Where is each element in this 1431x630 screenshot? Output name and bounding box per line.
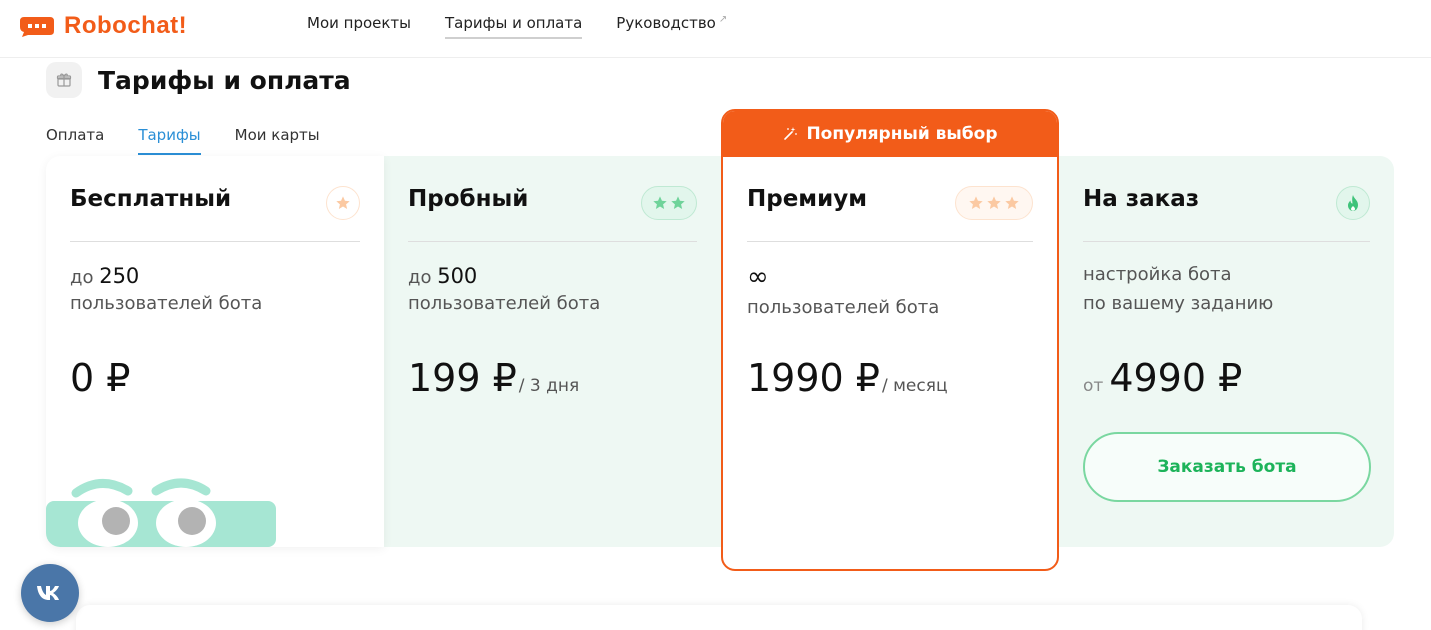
star-icon [336,196,350,209]
top-header: Robochat! Мои проекты Тарифы и оплата Ру… [0,0,1431,58]
users-limit: ∞ [747,262,769,292]
users-prefix: до [408,267,432,288]
popular-choice-banner: Популярный выбор [723,111,1057,157]
nav-item-projects[interactable]: Мои проекты [307,14,411,39]
vk-icon [37,586,59,600]
custom-description-line1: настройка бота [1083,264,1232,285]
star-icon [987,196,1001,209]
nav-item-guide[interactable]: Руководство ↗ [616,14,727,39]
logo[interactable]: Robochat! [18,12,187,40]
users-value: 500 [437,264,478,288]
main-nav: Мои проекты Тарифы и оплата Руководство ↗ [307,14,727,39]
plan-card-premium[interactable]: Популярный выбор Премиум ∞ пользователей… [721,109,1059,571]
plan-name: Бесплатный [70,186,232,212]
stars-badge [326,186,360,220]
divider [747,241,1033,242]
stars-badge [955,186,1033,220]
price-value: 0 ₽ [70,356,131,400]
plan-card-free[interactable]: Бесплатный до 250 пользователей бота 0 ₽ [46,156,384,547]
price-period: / 3 дня [518,376,580,396]
plan-price: от 4990 ₽ [1083,356,1242,400]
plan-card-custom[interactable]: На заказ настройка бота по вашему задани… [1059,156,1394,547]
page-title-row: Тарифы и оплата [46,62,351,98]
order-bot-button[interactable]: Заказать бота [1083,432,1371,502]
users-value: ∞ [747,262,769,292]
plan-name: Премиум [747,186,868,212]
price-prefix: от [1083,376,1104,396]
plan-name: Пробный [408,186,529,212]
price-value: 4990 ₽ [1109,356,1243,400]
gift-icon [46,62,82,98]
plan-price: 0 ₽ [70,356,130,400]
star-icon [969,196,983,209]
custom-description-line2: по вашему заданию [1083,293,1274,314]
divider [1083,241,1370,242]
tab-my-cards[interactable]: Мои карты [235,126,320,155]
tabs: Оплата Тарифы Мои карты [46,126,320,155]
users-prefix: до [70,267,94,288]
divider [408,241,697,242]
plan-price: 1990 ₽ / месяц [747,356,948,400]
price-value: 199 ₽ [408,356,517,400]
divider [70,241,360,242]
plan-price: 199 ₽/ 3 дня [408,356,579,400]
external-link-icon: ↗ [718,14,728,25]
users-text: пользователей бота [70,293,263,314]
users-text: пользователей бота [408,293,601,314]
price-value: 1990 ₽ [747,356,880,400]
users-limit: до 500 [408,264,477,288]
plan-card-trial[interactable]: Пробный до 500 пользователей бота 199 ₽ /… [384,156,721,547]
flame-icon [1348,195,1358,211]
nav-item-tariffs[interactable]: Тарифы и оплата [445,14,583,39]
vk-button[interactable] [21,564,79,622]
popular-choice-label: Популярный выбор [806,124,998,144]
users-limit: до 250 [70,264,139,288]
magic-wand-icon [784,127,798,140]
star-icon [671,196,685,209]
mascot-eyes-illustration [46,478,276,547]
tab-payment[interactable]: Оплата [46,126,104,155]
star-icon [653,196,667,209]
flame-badge [1336,186,1370,220]
star-icon [1005,196,1019,209]
logo-text: Robochat! [64,12,188,39]
stars-badge [641,186,697,220]
robot-logo-icon [18,15,56,37]
users-value: 250 [99,264,140,288]
nav-item-guide-label: Руководство [616,14,716,32]
plan-name: На заказ [1083,186,1200,212]
tab-tariffs[interactable]: Тарифы [138,126,201,155]
bottom-panel [76,605,1362,630]
users-text: пользователей бота [747,297,940,318]
price-period: / месяц [881,376,948,396]
page-title: Тарифы и оплата [98,65,351,95]
